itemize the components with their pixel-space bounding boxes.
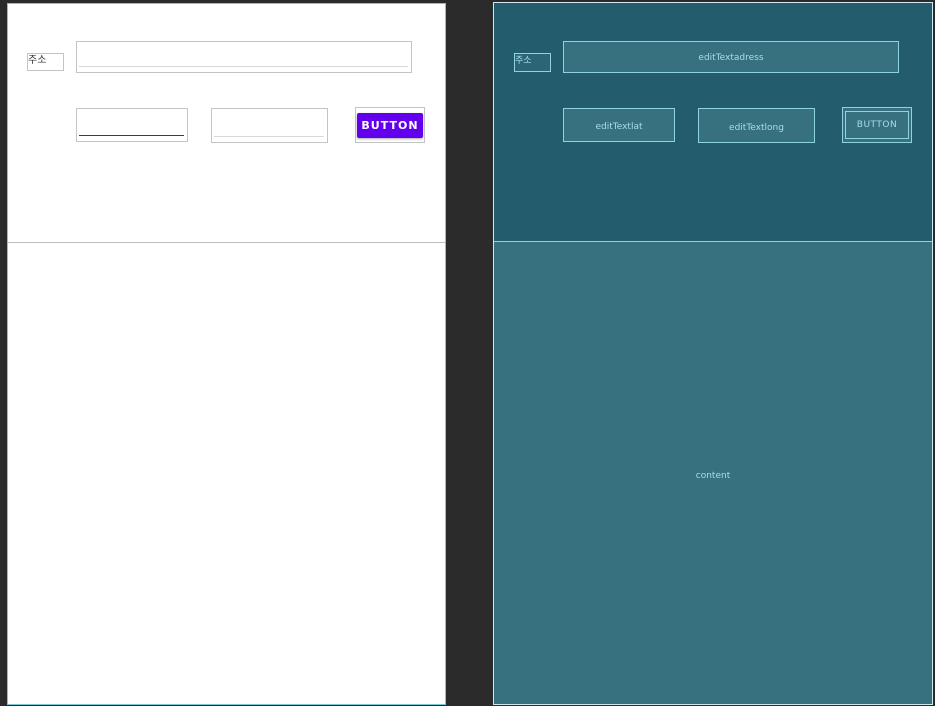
address-input[interactable] bbox=[76, 41, 412, 73]
latitude-input-underline bbox=[79, 135, 184, 136]
blueprint-latitude-input[interactable]: editTextlat bbox=[563, 108, 675, 142]
content-divider bbox=[8, 242, 445, 243]
blueprint-button-bounds[interactable]: BUTTON bbox=[842, 107, 912, 143]
design-preview: 주소 BUTTON bbox=[7, 3, 446, 705]
blueprint-button[interactable]: BUTTON bbox=[845, 111, 909, 139]
button-bounds[interactable]: BUTTON bbox=[355, 107, 425, 143]
address-input-underline bbox=[79, 66, 408, 67]
blueprint-address-label[interactable]: 주소 bbox=[514, 53, 551, 72]
blueprint-longitude-input[interactable]: editTextlong bbox=[698, 108, 815, 143]
longitude-input-underline bbox=[214, 136, 324, 137]
submit-button[interactable]: BUTTON bbox=[357, 113, 423, 138]
blueprint-content-label: content bbox=[695, 471, 731, 481]
blueprint-address-input[interactable]: editTextadress bbox=[563, 41, 899, 73]
latitude-input[interactable] bbox=[76, 108, 188, 142]
address-label: 주소 bbox=[27, 53, 64, 71]
blueprint-preview: 주소 editTextadress editTextlat editTextlo… bbox=[493, 2, 933, 705]
longitude-input[interactable] bbox=[211, 108, 328, 143]
blueprint-header-region: 주소 editTextadress editTextlat editTextlo… bbox=[494, 3, 932, 242]
